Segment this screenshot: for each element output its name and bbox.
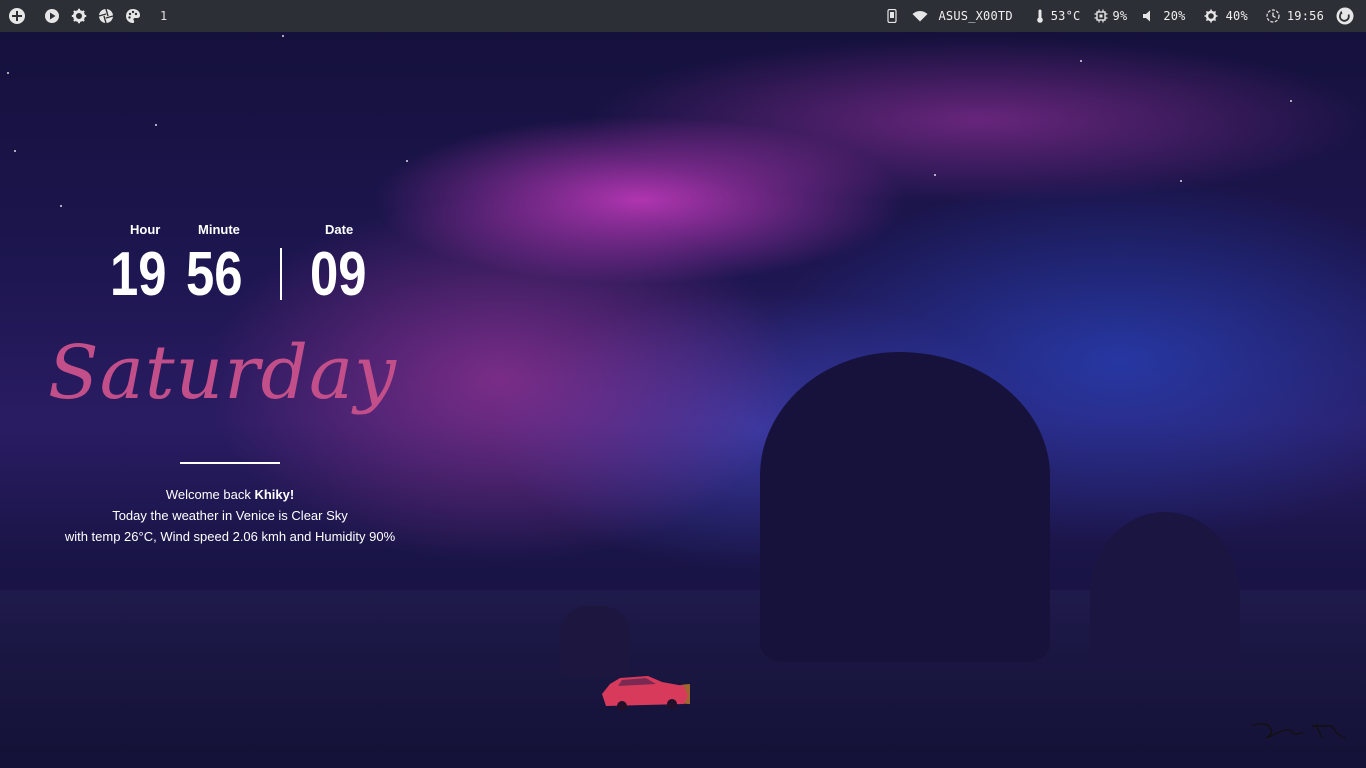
power-button[interactable] xyxy=(1336,7,1358,25)
clock-widget: Hour Minute Date 19 56 09 xyxy=(100,220,390,310)
aperture-icon[interactable] xyxy=(97,7,115,25)
phone-icon xyxy=(885,7,899,25)
palette-icon[interactable] xyxy=(124,7,142,25)
wallpaper-star xyxy=(7,72,9,74)
temperature-status[interactable]: 53°C xyxy=(1033,7,1081,25)
cpu-status[interactable]: 9% xyxy=(1094,7,1127,25)
top-panel: 1 ASUS_X00TD 53°C 9% 20% 40% 19:56 xyxy=(0,0,1366,32)
network-status[interactable]: ASUS_X00TD xyxy=(911,7,1013,25)
temperature-value: 53°C xyxy=(1050,9,1081,23)
cpu-icon xyxy=(1094,7,1108,25)
wallpaper-star xyxy=(1180,180,1182,182)
speaker-icon xyxy=(1141,7,1155,25)
greeting-text: Welcome back xyxy=(165,487,255,502)
wifi-icon xyxy=(911,7,929,25)
weekday-title: Saturday xyxy=(48,330,397,416)
network-name: ASUS_X00TD xyxy=(938,9,1013,23)
volume-value: 20% xyxy=(1163,9,1186,23)
wallpaper-star xyxy=(155,124,157,126)
hour-label: Hour xyxy=(130,222,161,237)
power-icon xyxy=(1336,7,1354,25)
wallpaper-star xyxy=(1080,60,1082,62)
date-value: 09 xyxy=(310,240,367,309)
wallpaper-star xyxy=(934,174,936,176)
play-icon[interactable] xyxy=(43,7,61,25)
volume-status[interactable]: 20% xyxy=(1141,7,1185,25)
wallpaper-rock xyxy=(760,352,1050,662)
minute-value: 56 xyxy=(186,240,243,309)
cpu-value: 9% xyxy=(1112,9,1128,23)
wallpaper-star xyxy=(14,150,16,152)
panel-right: ASUS_X00TD 53°C 9% 20% 40% 19:56 xyxy=(871,0,1359,32)
greeting-line: Welcome back Khiky! xyxy=(30,484,430,505)
clock-status[interactable]: 19:56 xyxy=(1266,7,1324,25)
brightness-value: 40% xyxy=(1225,9,1248,23)
artist-signature xyxy=(1251,722,1347,739)
clock-value: 19:56 xyxy=(1286,9,1324,23)
brightness-icon xyxy=(1204,7,1218,25)
wallpaper-star xyxy=(282,35,284,37)
gear-icon[interactable] xyxy=(70,7,88,25)
clock-icon xyxy=(1266,7,1280,25)
minute-label: Minute xyxy=(198,222,240,237)
brightness-status[interactable]: 40% xyxy=(1204,7,1248,25)
date-label: Date xyxy=(325,222,354,237)
wallpaper-star xyxy=(406,160,408,162)
wallpaper-rock xyxy=(560,606,630,676)
clock-divider xyxy=(280,248,282,300)
thermometer-icon xyxy=(1033,7,1047,25)
phone-status[interactable] xyxy=(885,7,903,25)
panel-left: 1 xyxy=(8,0,167,32)
wallpaper-star xyxy=(60,205,62,207)
workspace-indicator[interactable]: 1 xyxy=(160,9,167,23)
hour-value: 19 xyxy=(110,240,167,309)
weather-details: with temp 26°C, Wind speed 2.06 kmh and … xyxy=(64,529,396,544)
wallpaper-star xyxy=(1290,100,1292,102)
divider-line xyxy=(180,462,280,464)
plus-circle-icon[interactable] xyxy=(8,7,26,25)
weather-summary: Today the weather in Venice is Clear Sky xyxy=(112,508,348,523)
user-name: Khiky! xyxy=(254,487,295,502)
wallpaper-car xyxy=(602,676,690,711)
weather-greeting: Welcome back Khiky! Today the weather in… xyxy=(30,484,430,547)
